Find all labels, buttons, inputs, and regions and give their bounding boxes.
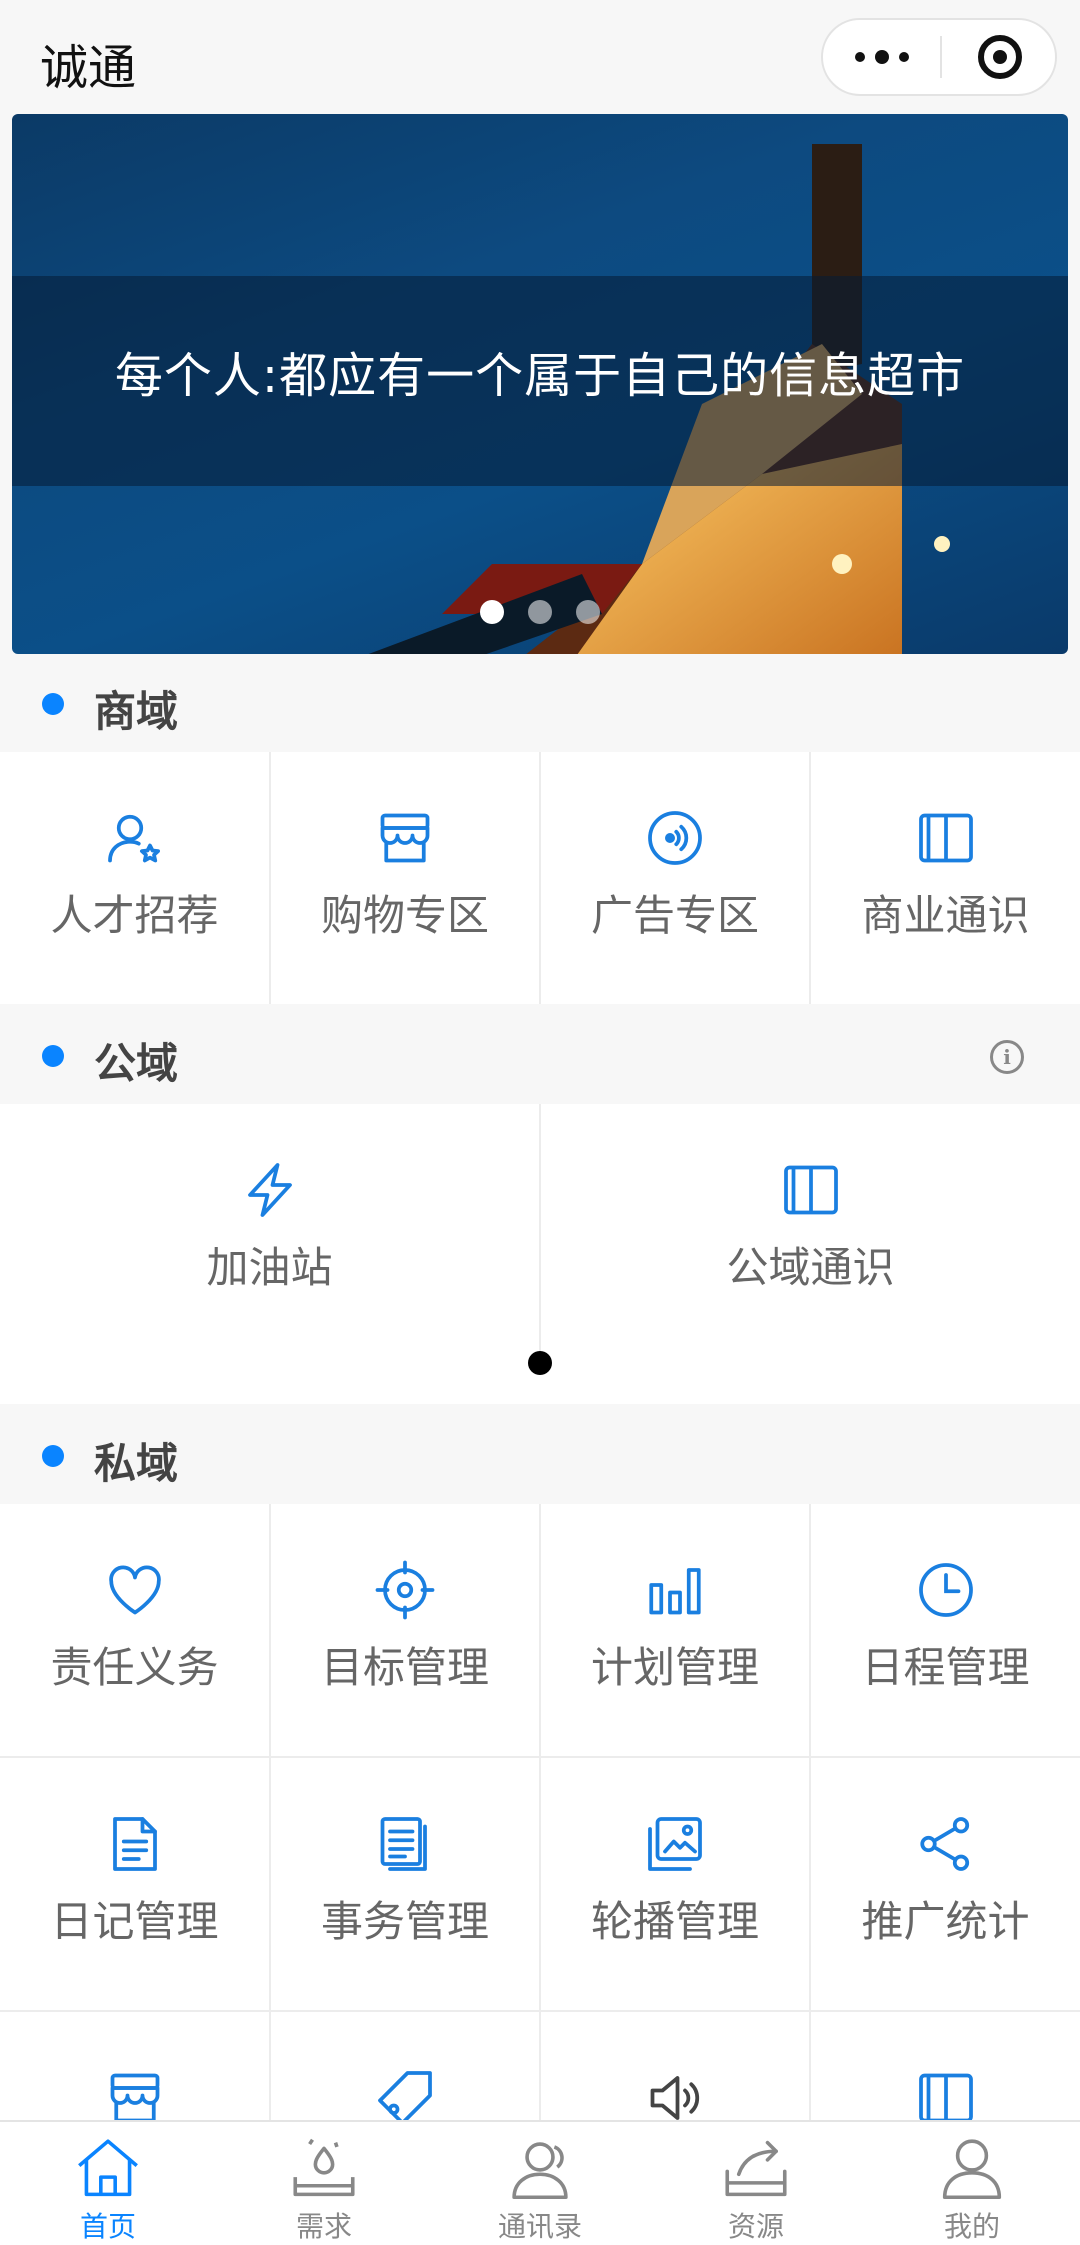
tab-label: 我的 — [943, 2210, 1000, 2243]
mini-program-capsule — [821, 18, 1057, 96]
grid-item-diary[interactable]: 日记管理 — [0, 1758, 269, 2010]
section-title: 商域 — [94, 687, 179, 736]
section-bullet — [42, 693, 64, 715]
grid-item-label: 推广统计 — [861, 1897, 1030, 1946]
section-header-public: 公域 i — [0, 1006, 1080, 1104]
demand-icon — [293, 2138, 355, 2197]
grid-item-book[interactable] — [811, 2012, 1080, 2120]
carousel-dot-2[interactable] — [528, 600, 552, 624]
section-bullet — [42, 1045, 64, 1067]
carousel-indicators — [12, 600, 1068, 624]
tab-contacts[interactable]: 通讯录 — [432, 2122, 648, 2245]
tag-icon — [375, 2068, 435, 2120]
grid-item-plan[interactable]: 计划管理 — [541, 1504, 809, 1756]
clock-icon — [916, 1560, 976, 1620]
home-icon — [78, 2139, 138, 2197]
grid-item-label: 日程管理 — [861, 1643, 1030, 1692]
commerce-grid: 人才招荐 购物专区 广告专区 商业通识 — [0, 752, 1080, 1004]
share-icon — [916, 1814, 976, 1874]
tab-label: 首页 — [79, 2210, 136, 2243]
contacts-icon — [512, 2142, 568, 2200]
banner-caption: 每个人:都应有一个属于自己的信息超市 — [114, 348, 966, 404]
profile-icon — [942, 2139, 1002, 2200]
grid-item-label: 加油站 — [206, 1243, 333, 1292]
grid-item-promotion[interactable]: 推广统计 — [811, 1758, 1080, 2010]
grid-item-label: 商业通识 — [861, 891, 1030, 940]
section-title: 私域 — [94, 1439, 179, 1488]
grid-item-business-knowledge[interactable]: 商业通识 — [811, 752, 1080, 1004]
grid-item-label: 计划管理 — [590, 1643, 759, 1692]
grid-item-label: 目标管理 — [320, 1643, 489, 1692]
page-title: 诚通 — [40, 40, 137, 96]
grid-item-tag[interactable] — [271, 2012, 539, 2120]
grid-item-gas-station[interactable]: 加油站 — [0, 1104, 539, 1356]
tab-label: 通讯录 — [497, 2210, 582, 2243]
tab-label: 需求 — [295, 2210, 352, 2243]
banner-carousel[interactable]: 每个人:都应有一个属于自己的信息超市 — [12, 114, 1068, 654]
more-dots-icon — [854, 52, 865, 62]
section-bullet — [42, 1445, 64, 1467]
public-pager-dot[interactable] — [528, 1351, 552, 1375]
broadcast-icon — [645, 808, 705, 868]
grid-item-goal[interactable]: 目标管理 — [271, 1504, 539, 1756]
image-icon — [645, 1814, 705, 1874]
user-star-icon — [105, 808, 165, 868]
navigation-bar: 诚通 — [0, 0, 1080, 114]
tab-label: 资源 — [727, 2210, 784, 2243]
section-header-private: 私域 — [0, 1406, 1080, 1504]
target-icon — [375, 1560, 435, 1620]
document-icon — [105, 1814, 165, 1874]
grid-item-label: 事务管理 — [320, 1897, 489, 1946]
store-icon — [375, 808, 435, 868]
grid-item-schedule[interactable]: 日程管理 — [811, 1504, 1080, 1756]
speaker-icon — [645, 2068, 705, 2120]
grid-item-affairs[interactable]: 事务管理 — [271, 1758, 539, 2010]
target-close-icon — [977, 35, 1022, 79]
grid-item-label: 日记管理 — [50, 1897, 219, 1946]
info-icon[interactable]: i — [990, 1040, 1024, 1074]
grid-item-label: 轮播管理 — [590, 1897, 759, 1946]
grid-item-public-knowledge[interactable]: 公域通识 — [541, 1104, 1080, 1356]
grid-item-label: 责任义务 — [50, 1643, 219, 1692]
grid-item-store[interactable] — [0, 2012, 269, 2120]
more-menu-button[interactable] — [823, 20, 940, 94]
grid-item-label: 购物专区 — [320, 891, 489, 940]
grid-item-ads[interactable]: 广告专区 — [541, 752, 809, 1004]
lightning-icon — [240, 1160, 300, 1220]
resource-icon — [725, 2140, 787, 2197]
private-grid: 责任义务 目标管理 计划管理 日程管理 日记管理 事务管理 轮播管理 推广统计 — [0, 1504, 1080, 2120]
book-icon — [916, 2068, 976, 2120]
grid-item-talent[interactable]: 人才招荐 — [0, 752, 269, 1004]
grid-item-carousel[interactable]: 轮播管理 — [541, 1758, 809, 2010]
book-icon — [781, 1160, 841, 1220]
carousel-dot-3[interactable] — [576, 600, 600, 624]
grid-item-shopping[interactable]: 购物专区 — [271, 752, 539, 1004]
store-icon — [105, 2068, 165, 2120]
list-document-icon — [375, 1814, 435, 1874]
grid-item-speaker[interactable] — [541, 2012, 809, 2120]
grid-item-label: 人才招荐 — [50, 891, 219, 940]
heart-icon — [105, 1560, 165, 1620]
bottom-tab-bar: 首页 需求 通讯录 资源 我的 — [0, 2120, 1080, 2245]
grid-item-label: 广告专区 — [590, 891, 759, 940]
close-mini-program-button[interactable] — [942, 20, 1057, 94]
tab-profile[interactable]: 我的 — [864, 2122, 1080, 2245]
tab-resources[interactable]: 资源 — [648, 2122, 864, 2245]
bar-chart-icon — [645, 1560, 705, 1620]
book-icon — [916, 808, 976, 868]
section-title: 公域 — [94, 1039, 179, 1088]
tab-home[interactable]: 首页 — [0, 2122, 216, 2245]
tab-demand[interactable]: 需求 — [216, 2122, 432, 2245]
carousel-dot-1[interactable] — [480, 600, 504, 624]
grid-item-responsibility[interactable]: 责任义务 — [0, 1504, 269, 1756]
grid-item-label: 公域通识 — [726, 1243, 895, 1292]
section-header-commerce: 商域 — [0, 654, 1080, 752]
